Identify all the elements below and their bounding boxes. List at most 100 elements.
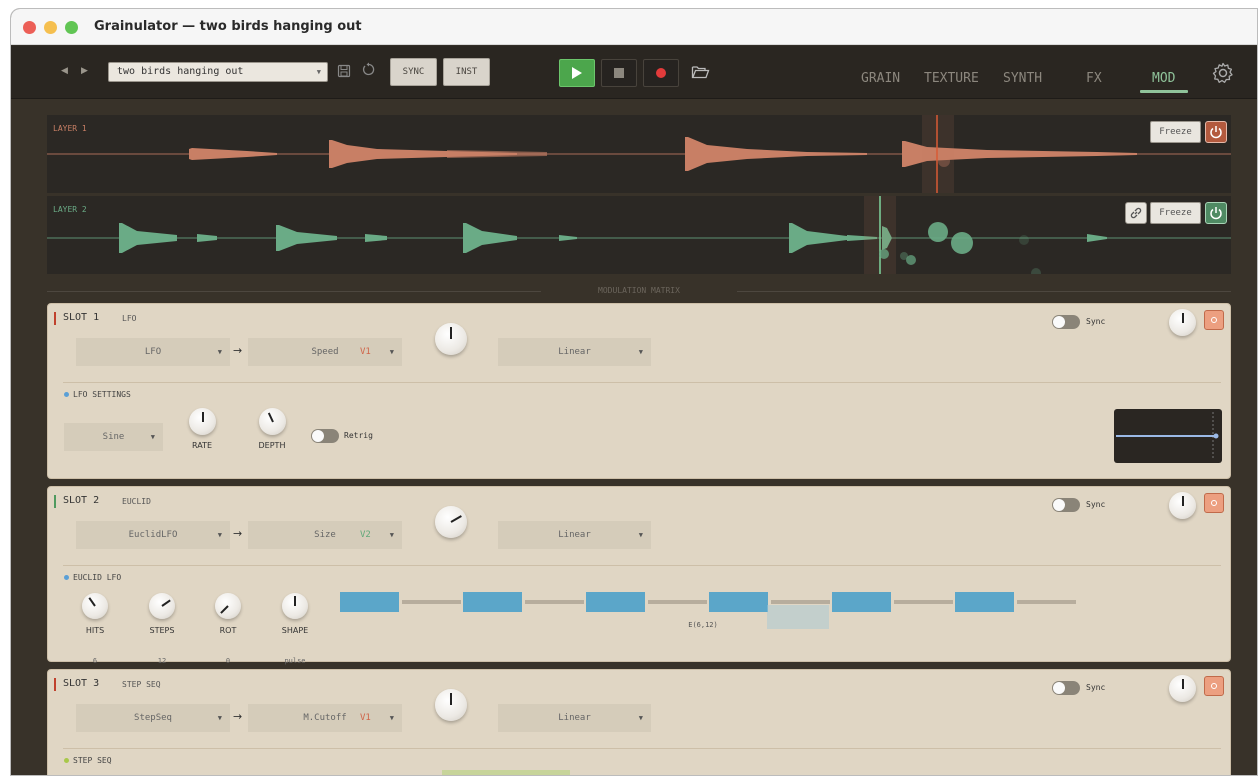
slot-3-amount-knob[interactable] xyxy=(435,689,467,721)
slot-3-depth-knob[interactable] xyxy=(1169,675,1196,702)
transport-bar: ◀ ▶ two birds hanging out ▼ SYNC INST GR… xyxy=(11,46,1257,99)
euclid-rest-step[interactable] xyxy=(893,600,953,604)
euclid-hit-step[interactable] xyxy=(463,592,522,612)
preset-select[interactable]: two birds hanging out ▼ xyxy=(108,62,328,82)
power-icon xyxy=(1211,317,1217,323)
slot-2-sync-toggle[interactable] xyxy=(1052,498,1080,512)
slot-2-depth-knob[interactable] xyxy=(1169,492,1196,519)
step-seq-active-step[interactable] xyxy=(442,770,570,775)
hits-knob[interactable] xyxy=(82,593,108,619)
gear-icon[interactable] xyxy=(1212,62,1234,88)
euclid-rest-step[interactable] xyxy=(401,600,461,604)
sync-button[interactable]: SYNC xyxy=(390,58,437,86)
euclid-rest-step[interactable] xyxy=(647,600,707,604)
euclid-hit-step[interactable] xyxy=(955,592,1014,612)
slot-3-curve-select[interactable]: Linear ▼ xyxy=(498,704,651,732)
slot-2-source-select[interactable]: EuclidLFO ▼ xyxy=(76,521,230,549)
layer-2-waveform[interactable]: LAYER 2 Freeze xyxy=(47,196,1231,274)
steps-knob[interactable] xyxy=(149,593,175,619)
slot-3-section: STEP SEQ xyxy=(64,756,112,765)
euclid-playhead xyxy=(767,605,829,629)
tab-mod[interactable]: MOD xyxy=(1152,71,1175,86)
rot-knob[interactable] xyxy=(215,593,241,619)
slot-3-divider xyxy=(63,748,1221,749)
close-window-button[interactable] xyxy=(23,21,36,34)
layer-1-waveform-graphic xyxy=(47,115,1231,193)
slot-1-amount-knob[interactable] xyxy=(435,323,467,355)
play-button[interactable] xyxy=(559,59,595,87)
slot-3-dest: M.Cutoff xyxy=(303,713,347,723)
tab-fx[interactable]: FX xyxy=(1086,71,1102,86)
slot-2-divider xyxy=(63,565,1221,566)
slot-3-title: SLOT 3 xyxy=(63,678,100,689)
tab-texture[interactable]: TEXTURE xyxy=(924,71,979,86)
slot-2-dest-select[interactable]: Size V2 ▼ xyxy=(248,521,402,549)
minimize-window-button[interactable] xyxy=(44,21,57,34)
hits-label: HITS xyxy=(85,626,105,635)
rate-label: RATE xyxy=(191,441,213,450)
euclid-pattern xyxy=(340,592,1080,616)
tab-synth[interactable]: SYNTH xyxy=(1003,71,1042,86)
slot-2-color-bar xyxy=(54,495,56,508)
slot-1-source-select[interactable]: LFO ▼ xyxy=(76,338,230,366)
layer-1-power-button[interactable] xyxy=(1205,121,1227,143)
euclid-hit-step[interactable] xyxy=(832,592,891,612)
slot-1-enable-button[interactable] xyxy=(1204,310,1224,330)
slot-3-source: StepSeq xyxy=(134,713,172,723)
chevron-down-icon: ▼ xyxy=(638,531,643,539)
euclid-rest-step[interactable] xyxy=(524,600,584,604)
retrig-toggle[interactable] xyxy=(311,429,339,443)
steps-label: STEPS xyxy=(149,626,175,635)
slot-3-sync-toggle[interactable] xyxy=(1052,681,1080,695)
euclid-hit-step[interactable] xyxy=(340,592,399,612)
slot-1-depth-knob[interactable] xyxy=(1169,309,1196,336)
slot-1-section-label: LFO SETTINGS xyxy=(73,390,131,399)
slot-3-enable-button[interactable] xyxy=(1204,676,1224,696)
layer-1-freeze-button[interactable]: Freeze xyxy=(1150,121,1201,143)
power-icon xyxy=(1211,683,1217,689)
layer-2-link-button[interactable] xyxy=(1125,202,1147,224)
depth-knob[interactable] xyxy=(259,408,286,435)
euclid-rest-step[interactable] xyxy=(1016,600,1076,604)
zoom-window-button[interactable] xyxy=(65,21,78,34)
slot-2-enable-button[interactable] xyxy=(1204,493,1224,513)
shape-knob[interactable] xyxy=(282,593,308,619)
lfo-preview-graphic xyxy=(1116,412,1219,460)
euclid-rest-step[interactable] xyxy=(770,600,830,604)
euclid-hit-step[interactable] xyxy=(709,592,768,612)
slot-2-curve: Linear xyxy=(558,530,591,540)
slot-1-shape-select[interactable]: Sine ▼ xyxy=(64,423,163,451)
chevron-down-icon: ▼ xyxy=(389,531,394,539)
inst-button[interactable]: INST xyxy=(443,58,490,86)
slot-1-sync-label: Sync xyxy=(1086,317,1106,326)
slot-1-sync-toggle[interactable] xyxy=(1052,315,1080,329)
slot-3-curve: Linear xyxy=(558,713,591,723)
layer-1-waveform[interactable]: LAYER 1 Freeze xyxy=(47,115,1231,193)
slot-3-dest-tag: V1 xyxy=(360,713,371,723)
slot-3-source-select[interactable]: StepSeq ▼ xyxy=(76,704,230,732)
slot-2-sync-label: Sync xyxy=(1086,500,1106,509)
slot-1-dest-select[interactable]: Speed V1 ▼ xyxy=(248,338,402,366)
record-button[interactable] xyxy=(643,59,679,87)
chevron-down-icon: ▼ xyxy=(638,714,643,722)
revert-icon[interactable] xyxy=(361,62,376,81)
tab-grain[interactable]: GRAIN xyxy=(861,71,900,86)
slot-2-curve-select[interactable]: Linear ▼ xyxy=(498,521,651,549)
slot-3-color-bar xyxy=(54,678,56,691)
slot-3-dest-select[interactable]: M.Cutoff V1 ▼ xyxy=(248,704,402,732)
layer-2-power-button[interactable] xyxy=(1205,202,1227,224)
save-icon[interactable] xyxy=(337,63,351,82)
layer-2-freeze-button[interactable]: Freeze xyxy=(1150,202,1201,224)
prev-preset-icon[interactable]: ◀ xyxy=(61,66,68,76)
slot-2-title: SLOT 2 xyxy=(63,495,100,506)
hits-value: 6 xyxy=(92,657,98,665)
slot-2-amount-knob[interactable] xyxy=(435,506,467,538)
title-bar: Grainulator — two birds hanging out xyxy=(11,9,1257,45)
slot-1-curve-select[interactable]: Linear ▼ xyxy=(498,338,651,366)
open-folder-icon[interactable] xyxy=(691,64,710,84)
euclid-hit-step[interactable] xyxy=(586,592,645,612)
stop-button[interactable] xyxy=(601,59,637,87)
next-preset-icon[interactable]: ▶ xyxy=(81,66,88,76)
rate-knob[interactable] xyxy=(189,408,216,435)
slot-2-source: EuclidLFO xyxy=(128,530,178,540)
